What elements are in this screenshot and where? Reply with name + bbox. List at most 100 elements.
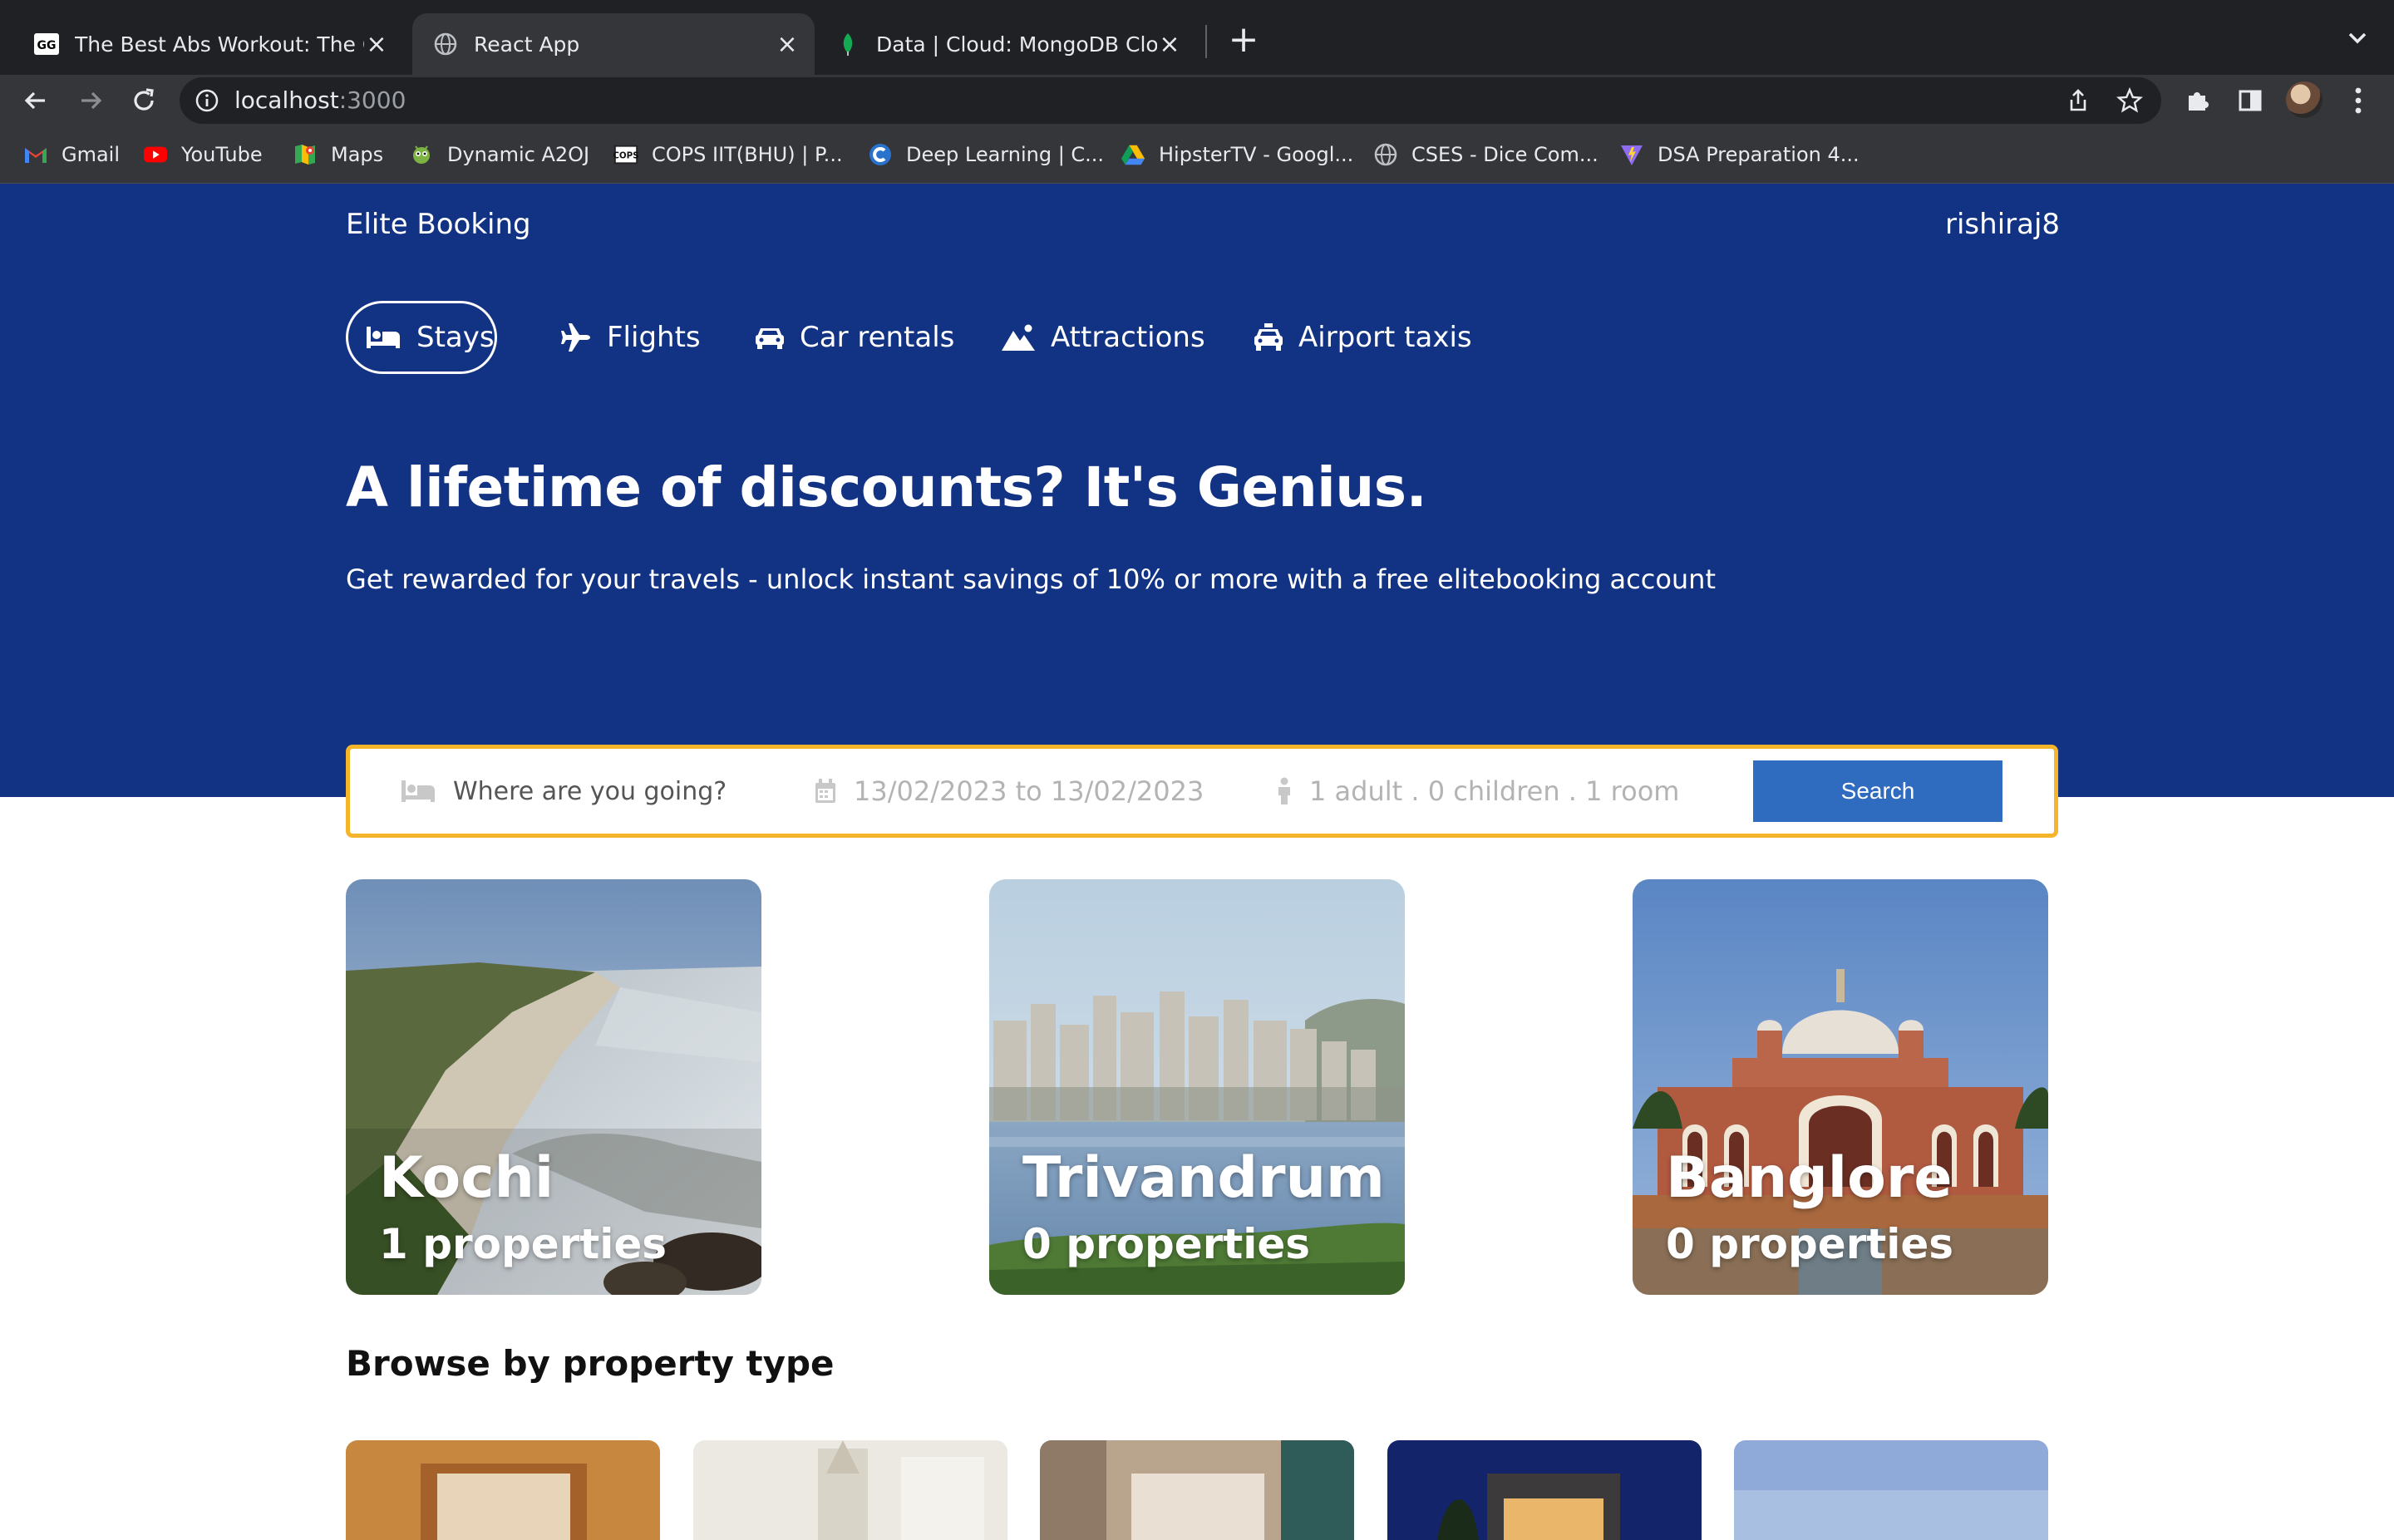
reload-button[interactable]	[125, 81, 163, 120]
nav-item-flights[interactable]: Flights	[560, 301, 701, 374]
bookmark-label: Gmail	[62, 143, 121, 166]
side-panel-button[interactable]	[2234, 85, 2266, 116]
bookmark-gmail[interactable]: Gmail	[23, 140, 120, 169]
nav-item-attractions[interactable]: Attractions	[1001, 301, 1205, 374]
destination-placeholder: Where are you going?	[453, 776, 727, 806]
bookmark-label: Maps	[331, 143, 384, 166]
property-type-card[interactable]	[1734, 1440, 2048, 1540]
browser-toolbar: localhost:3000	[0, 75, 2394, 125]
guests-selector[interactable]: 1 adult . 0 children . 1 room	[1276, 749, 1679, 834]
tab-separator	[1205, 25, 1207, 58]
menu-button[interactable]	[2342, 85, 2374, 116]
featured-card-trivandrum[interactable]: Trivandrum 0 properties	[989, 879, 1405, 1295]
globe-icon	[1373, 142, 1398, 167]
property-type-card[interactable]	[1040, 1440, 1354, 1540]
globe-icon	[432, 31, 459, 57]
nav-label: Flights	[607, 321, 701, 354]
user-name[interactable]: rishiraj8	[1945, 208, 2060, 241]
tab-title: React App	[474, 32, 580, 57]
youtube-icon	[143, 142, 168, 167]
tab-title: Data | Cloud: MongoDB Cloud	[876, 32, 1157, 57]
hero-headline: A lifetime of discounts? It's Genius.	[346, 455, 1427, 519]
address-bar[interactable]: localhost:3000	[180, 77, 2161, 124]
featured-property-count: 1 properties	[379, 1220, 667, 1268]
mountain-icon	[1002, 324, 1035, 351]
bed-icon	[401, 780, 435, 802]
bookmark-dynamic-a2oj[interactable]: Dynamic A2OJ	[409, 140, 589, 169]
property-types-title: Browse by property type	[346, 1343, 835, 1384]
nav-item-airport-taxis[interactable]: Airport taxis	[1254, 301, 1472, 374]
browser-tab-bar: GG The Best Abs Workout: The On × React …	[0, 0, 2394, 75]
bookmark-label: Deep Learning | C...	[906, 143, 1105, 166]
bookmark-maps[interactable]: Maps	[293, 140, 383, 169]
url-text: localhost:3000	[234, 77, 406, 124]
plane-icon	[561, 323, 590, 352]
a2oj-icon	[409, 142, 434, 167]
coursera-icon	[868, 142, 893, 167]
bookmark-cses[interactable]: CSES - Dice Com...	[1373, 140, 1598, 169]
nav-label: Airport taxis	[1298, 321, 1472, 354]
arrow-right-icon	[81, 91, 102, 110]
profile-avatar[interactable]	[2286, 81, 2323, 118]
bookmark-label: COPS IIT(BHU) | P...	[652, 143, 843, 166]
gmail-icon	[23, 142, 48, 167]
extensions-button[interactable]	[2181, 85, 2213, 116]
puzzle-icon	[2189, 92, 2209, 111]
close-icon[interactable]: ×	[1157, 30, 1182, 59]
url-host: localhost	[234, 86, 339, 114]
site-logo[interactable]: Elite Booking	[346, 208, 531, 241]
bed-icon	[367, 327, 400, 348]
destination-input[interactable]: Where are you going?	[400, 749, 727, 834]
property-image	[1387, 1440, 1702, 1540]
search-button[interactable]: Search	[1753, 760, 2002, 822]
property-type-card[interactable]	[693, 1440, 1007, 1540]
new-tab-button[interactable]: +	[1227, 22, 1260, 58]
property-type-card[interactable]	[1387, 1440, 1702, 1540]
maps-icon	[293, 142, 318, 167]
tab-search-button[interactable]	[2342, 23, 2372, 53]
featured-card-banglore[interactable]: Banglore 0 properties	[1633, 879, 2048, 1295]
bookmark-cops[interactable]: COPS COPS IIT(BHU) | P...	[613, 140, 843, 169]
guests-text: 1 adult . 0 children . 1 room	[1309, 775, 1680, 807]
bookmark-dsa-preparation[interactable]: DSA Preparation 4...	[1619, 140, 1860, 169]
tab-abs-workout[interactable]: GG The Best Abs Workout: The On ×	[13, 13, 404, 75]
star-icon[interactable]	[2116, 87, 2143, 114]
featured-card-kochi[interactable]: Kochi 1 properties	[346, 879, 761, 1295]
vite-icon	[1619, 142, 1644, 167]
property-image	[693, 1440, 1007, 1540]
close-icon[interactable]: ×	[775, 30, 800, 59]
date-range-picker[interactable]: 13/02/2023 to 13/02/2023	[814, 749, 1204, 834]
mongodb-leaf-icon	[835, 31, 861, 57]
tab-react-app[interactable]: React App ×	[412, 13, 815, 75]
forward-button[interactable]	[71, 81, 110, 120]
share-icon[interactable]	[2065, 87, 2091, 114]
car-icon	[756, 328, 784, 349]
hero-subline: Get rewarded for your travels - unlock i…	[346, 563, 1716, 595]
featured-city-name: Kochi	[379, 1145, 554, 1211]
svg-text:GG: GG	[37, 39, 57, 52]
bookmark-hipstertv[interactable]: HipsterTV - Googl...	[1121, 140, 1353, 169]
close-icon[interactable]: ×	[364, 30, 389, 59]
bookmark-deep-learning[interactable]: Deep Learning | C...	[868, 140, 1104, 169]
bookmark-label: HipsterTV - Googl...	[1159, 143, 1354, 166]
info-icon[interactable]	[195, 88, 219, 113]
bookmark-youtube[interactable]: YouTube	[143, 140, 263, 169]
back-button[interactable]	[17, 81, 55, 120]
tab-mongodb[interactable]: Data | Cloud: MongoDB Cloud ×	[815, 13, 1197, 75]
property-image	[1040, 1440, 1354, 1540]
property-type-card[interactable]	[346, 1440, 660, 1540]
cops-icon: COPS	[613, 142, 638, 167]
chevron-down-icon	[2348, 32, 2367, 44]
nav-label: Attractions	[1051, 321, 1205, 354]
featured-city-name: Trivandrum	[1022, 1145, 1385, 1211]
site-logo-icon: GG	[33, 31, 60, 57]
featured-property-count: 0 properties	[1666, 1220, 1954, 1268]
nav-item-car-rentals[interactable]: Car rentals	[755, 301, 954, 374]
bookmark-label: CSES - Dice Com...	[1411, 143, 1598, 166]
featured-city-name: Banglore	[1666, 1145, 1953, 1211]
nav-item-stays[interactable]: Stays	[346, 301, 497, 374]
property-image	[346, 1440, 660, 1540]
url-port: :3000	[338, 86, 406, 114]
arrow-left-icon	[24, 91, 45, 110]
side-panel-icon	[2239, 90, 2262, 111]
